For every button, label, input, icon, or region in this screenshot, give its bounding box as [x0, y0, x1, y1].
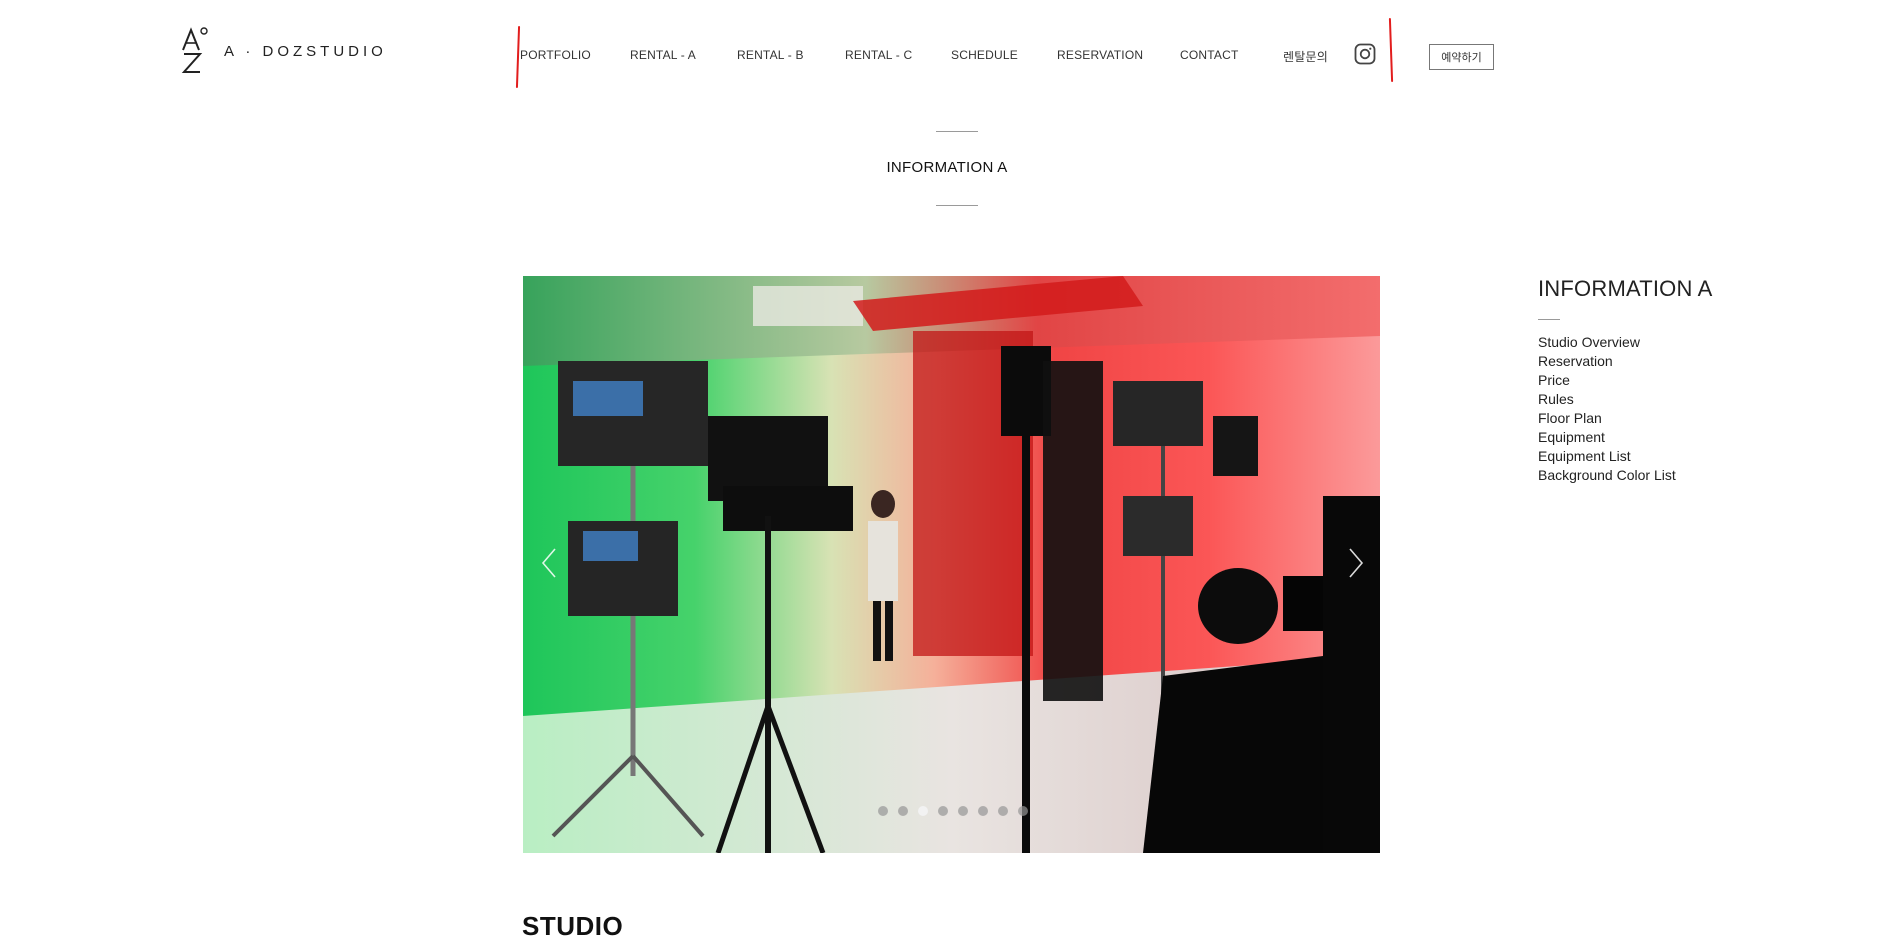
nav-item-rental-c[interactable]: RENTAL - C	[845, 48, 912, 62]
slide-dot[interactable]	[878, 806, 888, 816]
side-link-equipment[interactable]: Equipment	[1538, 428, 1676, 447]
side-link-list: Studio Overview Reservation Price Rules …	[1538, 333, 1676, 485]
nav-item-portfolio[interactable]: PORTFOLIO	[520, 48, 591, 62]
side-link-reservation[interactable]: Reservation	[1538, 352, 1676, 371]
nav-item-rental-b[interactable]: RENTAL - B	[737, 48, 804, 62]
slide-indicators	[878, 806, 1028, 816]
logo-mark-icon	[181, 27, 208, 73]
reserve-button[interactable]: 예약하기	[1429, 44, 1494, 70]
slide-dot-active[interactable]	[918, 806, 928, 816]
nav-item-rental-inquiry[interactable]: 렌탈문의	[1283, 48, 1328, 65]
page-title: INFORMATION A	[886, 159, 1008, 176]
studio-slideshow[interactable]	[523, 276, 1380, 853]
side-link-price[interactable]: Price	[1538, 371, 1676, 390]
title-rule-top	[936, 131, 978, 132]
title-rule-bottom	[936, 205, 978, 206]
studio-photo	[523, 276, 1380, 853]
section-heading: STUDIO	[522, 911, 624, 941]
slide-dot[interactable]	[998, 806, 1008, 816]
nav-item-reservation[interactable]: RESERVATION	[1057, 48, 1143, 62]
slide-dot[interactable]	[1018, 806, 1028, 816]
side-rule	[1538, 319, 1560, 320]
brand-name: A · DOZSTUDIO	[224, 42, 387, 60]
side-link-background-color-list[interactable]: Background Color List	[1538, 466, 1676, 485]
side-link-rules[interactable]: Rules	[1538, 390, 1676, 409]
slide-dot[interactable]	[938, 806, 948, 816]
instagram-icon[interactable]	[1354, 43, 1376, 65]
slide-dot[interactable]	[898, 806, 908, 816]
nav-item-schedule[interactable]: SCHEDULE	[951, 48, 1018, 62]
slide-dot[interactable]	[978, 806, 988, 816]
side-link-studio-overview[interactable]: Studio Overview	[1538, 333, 1676, 352]
slide-dot[interactable]	[958, 806, 968, 816]
nav-item-rental-a[interactable]: RENTAL - A	[630, 48, 696, 62]
side-title: INFORMATION A	[1538, 276, 1713, 301]
chevron-left-icon[interactable]	[539, 546, 559, 580]
side-link-equipment-list[interactable]: Equipment List	[1538, 447, 1676, 466]
nav-item-contact[interactable]: CONTACT	[1180, 48, 1239, 62]
chevron-right-icon[interactable]	[1346, 546, 1366, 580]
brand-logo[interactable]: A · DOZSTUDIO	[180, 26, 387, 76]
side-link-floor-plan[interactable]: Floor Plan	[1538, 409, 1676, 428]
